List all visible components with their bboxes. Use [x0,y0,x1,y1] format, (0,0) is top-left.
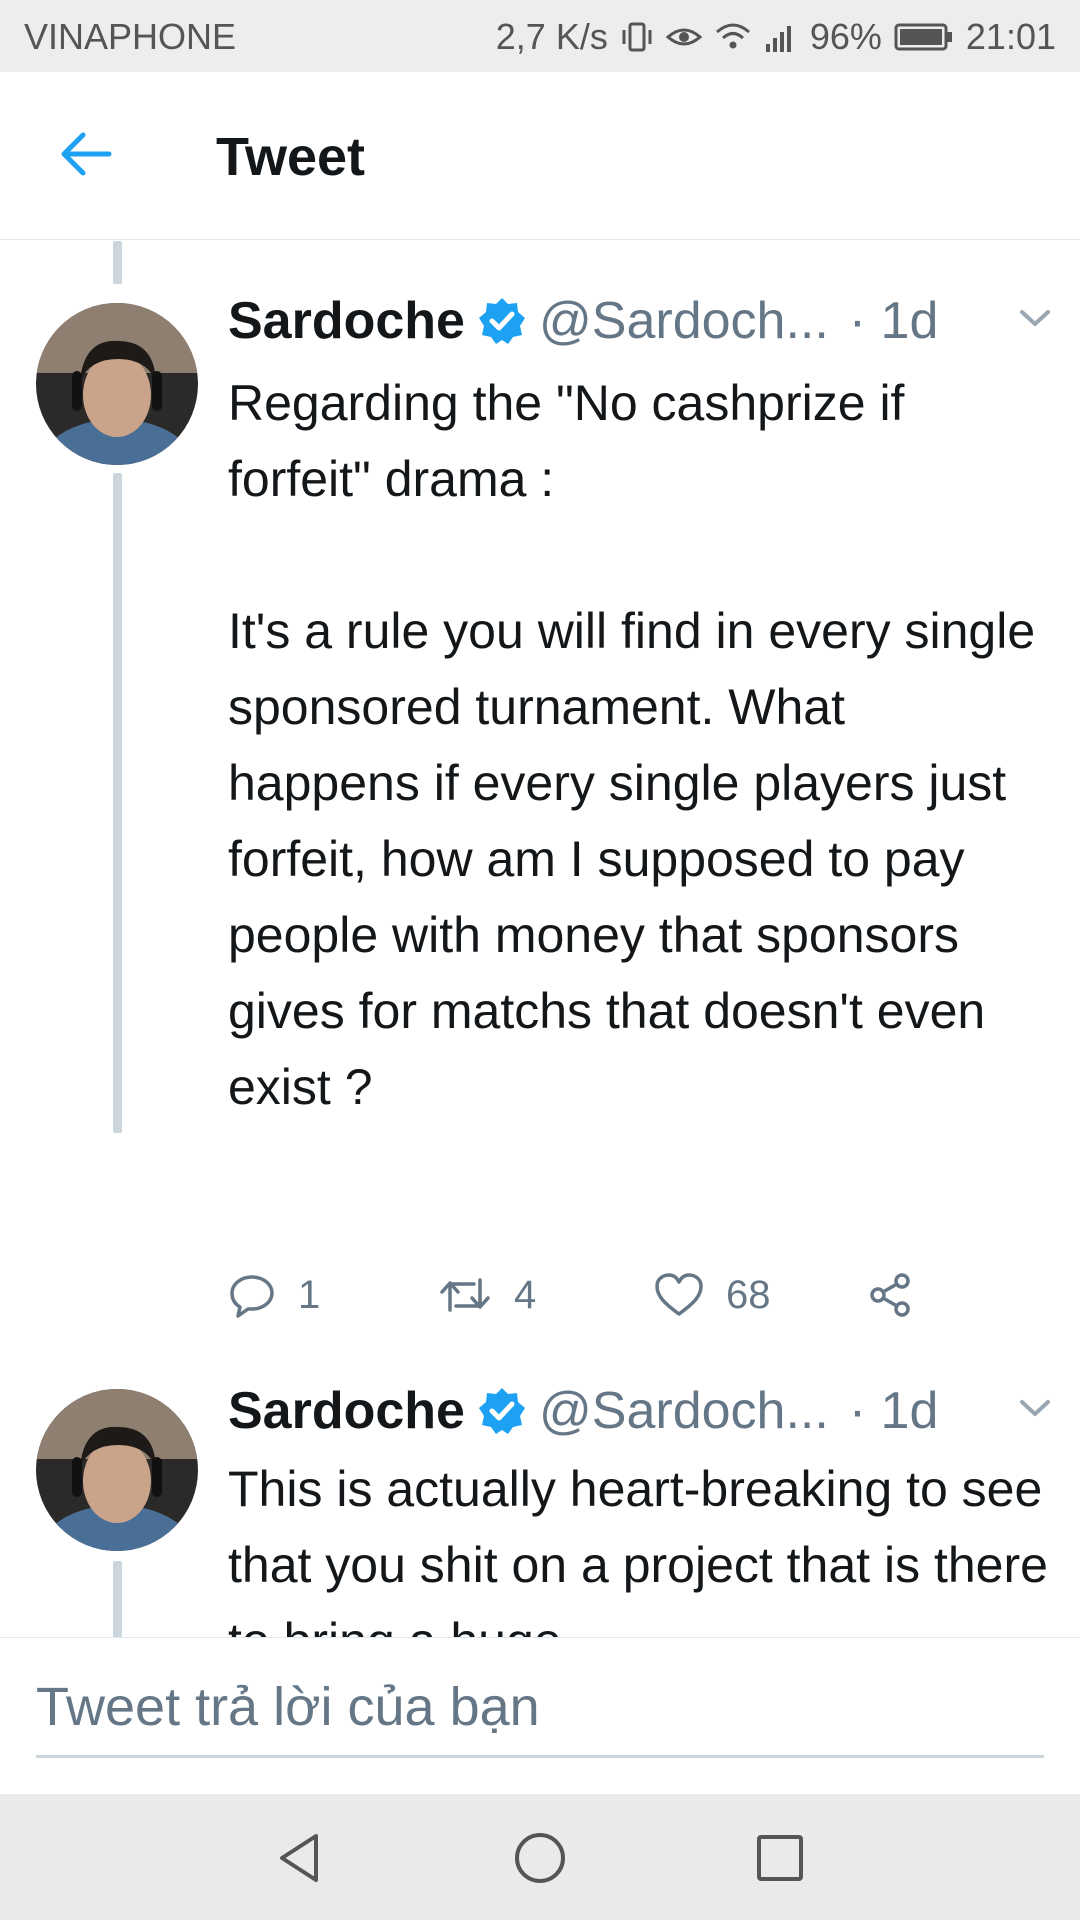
heart-icon [655,1273,703,1316]
verified-badge-icon [477,1386,527,1436]
tweet-text: Regarding the "No cashprize if forfeit" … [228,375,1036,1115]
like-button[interactable]: 68 [654,1272,866,1318]
triangle-back-icon [280,1834,318,1882]
author-name[interactable]: Sardoche [228,1381,465,1441]
battery-percent: 96% [809,16,882,57]
nav-back-button[interactable] [260,1818,340,1898]
tweet-time: · 1d [848,1382,939,1440]
chevron-down-icon [1020,310,1050,326]
arrow-left-icon [61,132,112,176]
network-speed: 2,7 K/s [495,16,608,57]
tweet-menu-button[interactable] [1018,1397,1052,1424]
retweet-count: 4 [514,1272,537,1317]
tweet[interactable]: Sardoche @Sardoch... · 1d Regarding the … [0,241,1080,1331]
retweet-icon [440,1278,490,1312]
clock: 21:01 [965,16,1056,57]
reply-input[interactable] [36,1658,1044,1758]
reply-button[interactable]: 1 [228,1271,438,1319]
top-app-bar: Tweet [0,72,1080,240]
battery-icon [894,22,954,52]
share-icon [870,1273,910,1317]
square-recents-icon [757,1835,803,1881]
nav-home-button[interactable] [500,1818,580,1898]
chevron-down-icon [1020,1400,1050,1416]
tweet-header: Sardoche @Sardoch... · 1d [228,1381,938,1441]
tweet-text: This is actually heart-breaking to see t… [228,1461,1048,1637]
system-nav-bar [0,1794,1080,1920]
signal-icon [764,20,798,54]
avatar[interactable] [36,303,198,465]
author-handle[interactable]: @Sardoch... [539,1381,829,1441]
author-handle[interactable]: @Sardoch... [539,291,829,351]
tweet-header: Sardoche @Sardoch... · 1d [228,291,938,351]
author-name[interactable]: Sardoche [228,291,465,351]
page-title: Tweet [216,127,366,187]
like-count: 68 [726,1272,771,1317]
back-button[interactable] [50,124,120,184]
verified-badge-icon [477,296,527,346]
vibrate-icon [620,20,654,54]
retweet-button[interactable]: 4 [438,1272,654,1318]
status-bar: VINAPHONE 2,7 K/s 96% 21:01 [0,0,1080,72]
reply-icon [230,1275,274,1318]
avatar[interactable] [36,1389,198,1551]
circle-home-icon [515,1833,565,1883]
nav-recents-button[interactable] [740,1818,820,1898]
reply-bar [0,1637,1080,1794]
tweet-thread: Sardoche @Sardoch... · 1d Regarding the … [0,241,1080,1637]
tweet-time: · 1d [848,292,939,350]
tweet-menu-button[interactable] [1018,307,1052,334]
reply-count: 1 [298,1272,321,1317]
tweet[interactable]: Sardoche @Sardoch... · 1d This is actual… [0,1331,1080,1637]
status-icons: 2,7 K/s 96% 21:01 [496,16,1056,58]
share-button[interactable] [866,1271,914,1319]
wifi-icon [714,20,752,54]
eye-icon [665,20,702,54]
carrier-name: VINAPHONE [24,16,237,57]
tweet-actions: 1 4 68 [228,1271,914,1319]
